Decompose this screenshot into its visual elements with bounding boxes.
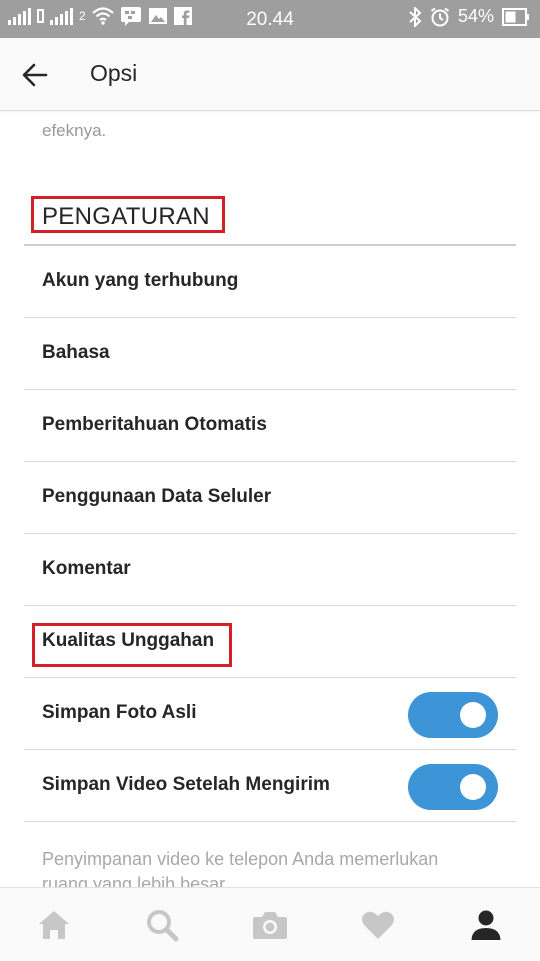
back-button[interactable]: [20, 60, 50, 90]
options-list[interactable]: efeknya. PENGATURAN Akun yang terhubung …: [0, 111, 540, 887]
camera-icon: [253, 911, 287, 939]
settings-item-linked-accounts[interactable]: Akun yang terhubung: [24, 246, 516, 318]
highlight-box-section: [31, 196, 225, 233]
nav-camera-button[interactable]: [216, 888, 324, 961]
heart-icon: [362, 911, 394, 939]
settings-item-label: Penggunaan Data Seluler: [42, 486, 272, 507]
battery-icon: [502, 7, 529, 26]
battery-percent: 54%: [457, 6, 494, 26]
settings-item-label: Akun yang terhubung: [42, 270, 239, 291]
settings-item-push-notifications[interactable]: Pemberitahuan Otomatis: [24, 390, 516, 462]
settings-item-cellular-data[interactable]: Penggunaan Data Seluler: [24, 462, 516, 534]
bottom-navigation: [0, 887, 540, 961]
nav-activity-button[interactable]: [324, 888, 432, 961]
settings-item-label: Pemberitahuan Otomatis: [42, 414, 267, 435]
truncated-description: efeknya.: [42, 121, 107, 140]
home-icon: [39, 910, 69, 939]
profile-icon: [471, 910, 501, 940]
settings-item-comments[interactable]: Komentar: [24, 534, 516, 606]
status-bar: 2 20.44 54%: [0, 0, 540, 38]
settings-item-save-original-photo[interactable]: Simpan Foto Asli: [24, 678, 516, 750]
nav-search-button[interactable]: [108, 888, 216, 961]
nav-home-button[interactable]: [0, 888, 108, 961]
save-video-toggle[interactable]: [408, 764, 498, 810]
top-app-bar: Opsi: [0, 38, 540, 111]
settings-item-label: Simpan Foto Asli: [42, 702, 197, 723]
settings-item-label: Bahasa: [42, 342, 110, 363]
settings-item-label: Komentar: [42, 558, 131, 579]
save-original-photo-toggle[interactable]: [408, 692, 498, 738]
page-title: Opsi: [90, 60, 138, 86]
settings-item-label: Simpan Video Setelah Mengirim: [42, 774, 330, 795]
toggle-knob: [460, 702, 486, 728]
settings-item-save-video[interactable]: Simpan Video Setelah Mengirim: [24, 750, 516, 822]
alarm-icon: [430, 7, 450, 26]
arrow-left-icon: [22, 63, 48, 87]
status-right-icons: 54%: [408, 6, 530, 27]
nav-profile-button[interactable]: [432, 888, 540, 961]
highlight-box-upload-quality: [32, 623, 232, 667]
search-icon: [147, 909, 179, 941]
toggle-knob: [460, 774, 486, 800]
video-storage-note: Penyimpanan video ke telepon Anda memerl…: [42, 849, 439, 887]
settings-item-language[interactable]: Bahasa: [24, 318, 516, 390]
bluetooth-icon: [409, 6, 422, 27]
